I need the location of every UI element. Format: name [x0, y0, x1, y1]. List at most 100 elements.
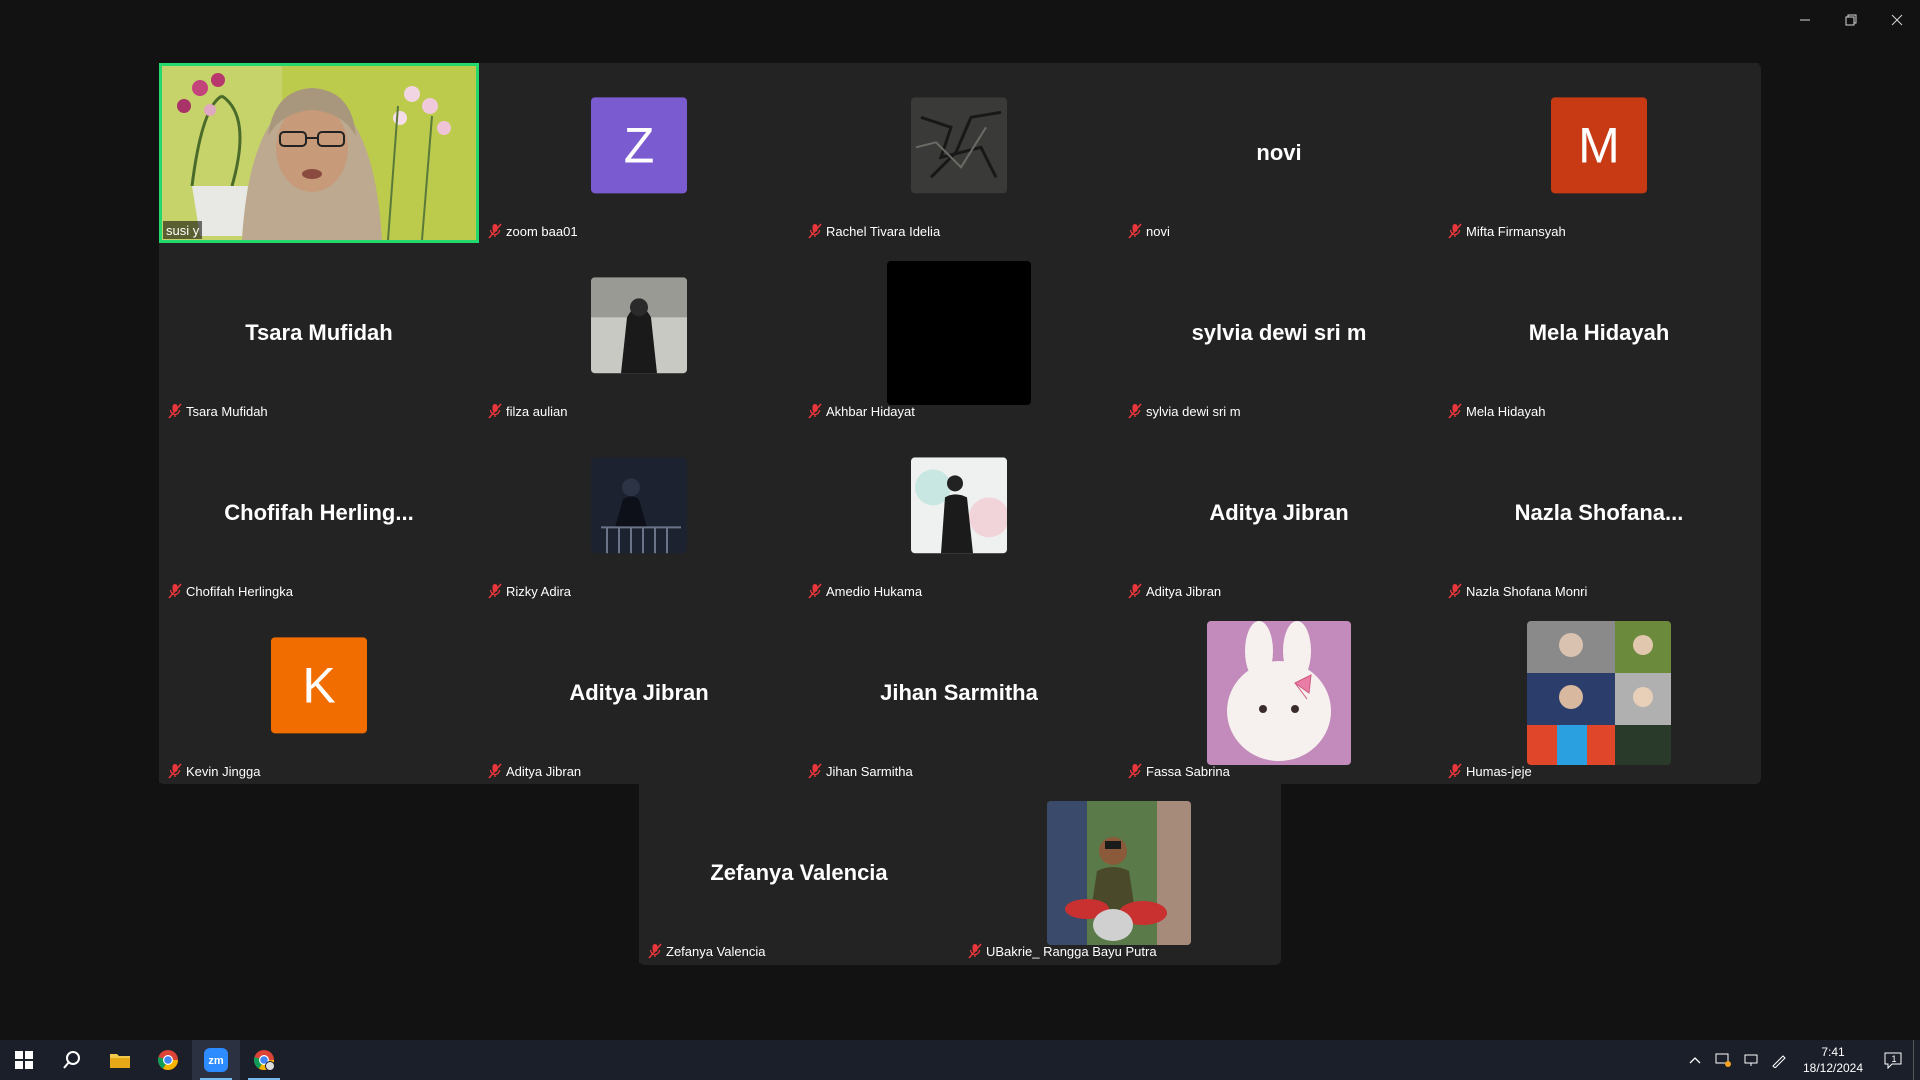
file-explorer-icon	[110, 1054, 130, 1068]
notification-button[interactable]: 1	[1873, 1040, 1913, 1080]
participant-name: susi y	[166, 222, 200, 238]
minimize-button[interactable]	[1782, 0, 1828, 40]
participant-tile[interactable]: Aditya Jibran Aditya Jibran	[479, 603, 799, 783]
participant-tile[interactable]: Humas-jeje	[1439, 603, 1759, 783]
participant-name: Humas-jeje	[1466, 763, 1532, 779]
participant-display-name: Mela Hidayah	[1528, 320, 1670, 345]
zoom-button[interactable]: zm	[192, 1040, 240, 1080]
participant-name: Kevin Jingga	[186, 763, 261, 779]
taskbar: zm 7:41 18/12/2024 1	[0, 1040, 1920, 1080]
participant-display-name: sylvia dewi sri m	[1191, 320, 1367, 345]
avatar	[911, 457, 1007, 554]
participant-name-label: novi	[1125, 222, 1173, 240]
participant-tile[interactable]: Rachel Tivara Idelia	[799, 63, 1119, 243]
network-icon[interactable]	[1737, 1040, 1765, 1080]
participant-tile[interactable]: susi y	[159, 63, 479, 243]
participant-name: novi	[1146, 223, 1170, 239]
restore-icon	[1845, 14, 1857, 26]
start-button[interactable]	[0, 1040, 48, 1080]
participant-name: Fassa Sabrina	[1146, 763, 1230, 779]
participant-name-label: Mela Hidayah	[1445, 402, 1549, 420]
mic-muted-icon	[648, 943, 662, 959]
mic-muted-icon	[168, 403, 182, 419]
participant-name-label: filza aulian	[485, 402, 570, 420]
participant-name-label: UBakrie_ Rangga Bayu Putra	[965, 942, 1160, 960]
mic-muted-icon	[1128, 583, 1142, 599]
participant-name: Tsara Mufidah	[186, 403, 268, 419]
participant-tile[interactable]: novi novi	[1119, 63, 1439, 243]
show-desktop-button[interactable]	[1913, 1040, 1920, 1080]
participant-name-label: Humas-jeje	[1445, 762, 1535, 780]
participant-name-label: sylvia dewi sri m	[1125, 402, 1244, 420]
participant-display-name: Aditya Jibran	[569, 680, 709, 705]
participant-tile[interactable]: K Kevin Jingga	[159, 603, 479, 783]
search-button[interactable]	[48, 1040, 96, 1080]
mic-muted-icon	[488, 763, 502, 779]
participant-tile[interactable]: Aditya Jibran Aditya Jibran	[1119, 423, 1439, 603]
chrome-icon	[157, 1050, 178, 1070]
participant-name: Rachel Tivara Idelia	[826, 223, 941, 239]
close-icon	[1891, 14, 1903, 26]
participant-tile[interactable]: Amedio Hukama	[799, 423, 1119, 603]
participant-name-label: Mifta Firmansyah	[1445, 222, 1569, 240]
svg-text:zm: zm	[208, 1055, 224, 1067]
participant-name-label: Fassa Sabrina	[1125, 762, 1233, 780]
participant-name-label: Rachel Tivara Idelia	[805, 222, 943, 240]
participant-display-name: Tsara Mufidah	[245, 320, 393, 345]
svg-text:1: 1	[1891, 1054, 1896, 1064]
participant-display-name: Chofifah Herling...	[224, 500, 414, 525]
participant-name-label: Aditya Jibran	[485, 762, 584, 780]
participant-tile[interactable]: Rizky Adira	[479, 423, 799, 603]
participant-name: Mela Hidayah	[1466, 403, 1546, 419]
file-explorer-button[interactable]	[96, 1040, 144, 1080]
clock[interactable]: 7:41 18/12/2024	[1793, 1044, 1873, 1076]
mic-muted-icon	[808, 583, 822, 599]
participant-name: Zefanya Valencia	[666, 943, 766, 959]
participant-tile[interactable]: Jihan Sarmitha Jihan Sarmitha	[799, 603, 1119, 783]
avatar	[1047, 801, 1191, 945]
participant-tile[interactable]: Chofifah Herling... Chofifah Herlingka	[159, 423, 479, 603]
restore-button[interactable]	[1828, 0, 1874, 40]
avatar: K	[271, 637, 367, 734]
participant-name-label: Tsara Mufidah	[165, 402, 271, 420]
participant-tile[interactable]: Mela Hidayah Mela Hidayah	[1439, 243, 1759, 423]
chrome-button[interactable]	[144, 1040, 192, 1080]
participant-tile[interactable]: Tsara Mufidah Tsara Mufidah	[159, 243, 479, 423]
chrome-profile-icon	[253, 1050, 275, 1071]
presenter-video	[162, 66, 476, 240]
mic-muted-icon	[1128, 763, 1142, 779]
mic-muted-icon	[1128, 223, 1142, 239]
participant-tile[interactable]: Nazla Shofana... Nazla Shofana Monri	[1439, 423, 1759, 603]
network-warning-icon[interactable]	[1709, 1040, 1737, 1080]
participant-name-label: Jihan Sarmitha	[805, 762, 916, 780]
mic-muted-icon	[1448, 403, 1462, 419]
tray-chevron-icon[interactable]	[1681, 1040, 1709, 1080]
participant-name-label: Rizky Adira	[485, 582, 574, 600]
participant-name: Aditya Jibran	[506, 763, 582, 779]
pen-icon[interactable]	[1765, 1040, 1793, 1080]
mic-muted-icon	[488, 583, 502, 599]
avatar: Z	[591, 97, 687, 194]
participant-name-label: Zefanya Valencia	[645, 942, 769, 960]
avatar	[1207, 621, 1351, 765]
close-button[interactable]	[1874, 0, 1920, 40]
participant-name: Mifta Firmansyah	[1466, 223, 1566, 239]
chrome-profile-button[interactable]	[240, 1040, 288, 1080]
participant-tile[interactable]: M Mifta Firmansyah	[1439, 63, 1759, 243]
participant-tile[interactable]: Akhbar Hidayat	[799, 243, 1119, 423]
start-icon	[15, 1051, 33, 1069]
mic-muted-icon	[488, 223, 502, 239]
mic-muted-icon	[968, 943, 982, 959]
participant-tile[interactable]: sylvia dewi sri m sylvia dewi sri m	[1119, 243, 1439, 423]
mic-muted-icon	[168, 763, 182, 779]
participant-name: UBakrie_ Rangga Bayu Putra	[986, 943, 1157, 959]
participant-tile[interactable]: Zefanya Valencia Zefanya Valencia	[639, 783, 959, 963]
participant-tile[interactable]: Z zoom baa01	[479, 63, 799, 243]
participant-tile[interactable]: Fassa Sabrina	[1119, 603, 1439, 783]
avatar	[887, 261, 1031, 405]
avatar	[1527, 621, 1671, 765]
participant-tile[interactable]: UBakrie_ Rangga Bayu Putra	[959, 783, 1279, 963]
participant-name: filza aulian	[506, 403, 568, 419]
participant-tile[interactable]: filza aulian	[479, 243, 799, 423]
participant-display-name: Jihan Sarmitha	[880, 680, 1038, 705]
